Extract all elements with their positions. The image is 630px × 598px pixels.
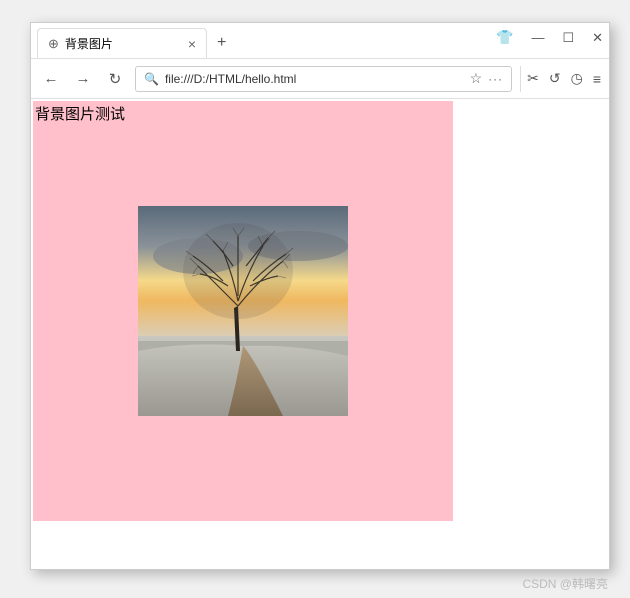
close-window-button[interactable]: ✕ (592, 30, 603, 46)
tree-image (138, 206, 348, 416)
search-icon: 🔍 (144, 72, 159, 86)
page-content: 背景图片测试 (31, 99, 609, 569)
titlebar: ⊕ 背景图片 × + 👕 — ☐ ✕ (31, 23, 609, 59)
back-button[interactable]: ← (39, 67, 63, 91)
globe-icon: ⊕ (48, 36, 59, 52)
menu-icon[interactable]: ≡ (593, 71, 601, 87)
more-icon[interactable]: ··· (488, 72, 503, 86)
right-tools: ✂ ↺ ◷ ≡ (520, 66, 601, 92)
bookmark-icon[interactable]: ☆ (470, 70, 483, 87)
browser-tab[interactable]: ⊕ 背景图片 × (37, 28, 207, 58)
watermark: CSDN @韩曙亮 (522, 575, 608, 592)
window-controls: 👕 — ☐ ✕ (496, 29, 603, 46)
reload-button[interactable]: ↻ (103, 67, 127, 91)
address-bar[interactable]: 🔍 file:///D:/HTML/hello.html ☆ ··· (135, 66, 512, 92)
forward-button[interactable]: → (71, 67, 95, 91)
history-icon[interactable]: ◷ (571, 70, 583, 87)
toolbar: ← → ↻ 🔍 file:///D:/HTML/hello.html ☆ ···… (31, 59, 609, 99)
browser-window: ⊕ 背景图片 × + 👕 — ☐ ✕ ← → ↻ 🔍 file:///D:/HT… (30, 22, 610, 570)
page-heading: 背景图片测试 (35, 103, 125, 124)
tab-close-icon[interactable]: × (188, 36, 196, 52)
scissors-icon[interactable]: ✂ (527, 70, 539, 87)
new-tab-button[interactable]: + (207, 28, 236, 58)
tab-title: 背景图片 (65, 35, 113, 52)
url-text: file:///D:/HTML/hello.html (165, 72, 296, 86)
background-box: 背景图片测试 (33, 101, 453, 521)
minimize-button[interactable]: — (531, 30, 544, 45)
extension-icon[interactable]: 👕 (496, 29, 513, 46)
undo-icon[interactable]: ↺ (549, 70, 561, 87)
maximize-button[interactable]: ☐ (562, 30, 574, 46)
